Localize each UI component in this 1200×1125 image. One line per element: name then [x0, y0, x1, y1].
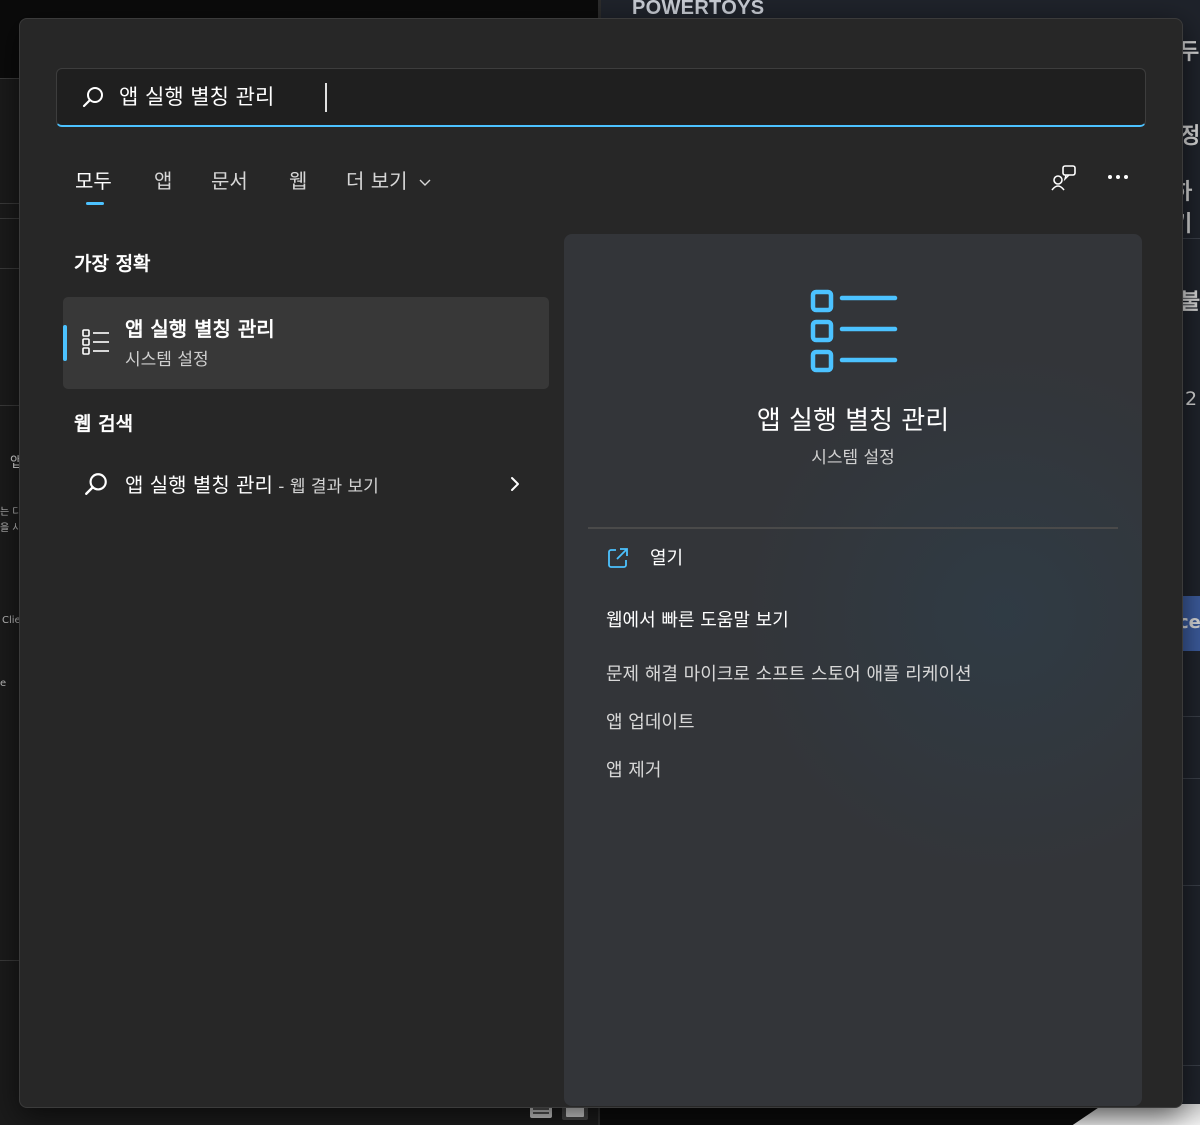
people-feedback-icon[interactable] [1050, 163, 1078, 191]
list-settings-icon [810, 289, 898, 373]
tab-documents[interactable]: 문서 [211, 165, 248, 194]
background-text-fragment: 정 [1180, 124, 1200, 149]
open-label: 열기 [650, 548, 684, 569]
web-search-result[interactable]: 앱 실행 별칭 관리 - 웹 결과 보기 [63, 457, 549, 513]
best-match-subtitle: 시스템 설정 [125, 350, 209, 370]
result-detail-panel: 앱 실행 별칭 관리 시스템 설정 열기 웹에서 빠른 도움말 보기 문제 해결… [564, 234, 1142, 1106]
web-search-query: 앱 실행 별칭 관리 - 웹 결과 보기 [125, 469, 379, 498]
open-external-icon [608, 548, 628, 568]
list-settings-icon [82, 329, 109, 355]
more-options-icon[interactable] [1104, 163, 1132, 191]
quick-help-header: 웹에서 빠른 도움말 보기 [606, 610, 789, 631]
web-search-query-text: 앱 실행 별칭 관리 [125, 473, 273, 497]
background-text-fragment: Clie [2, 615, 21, 626]
chevron-down-icon [419, 179, 431, 186]
help-link-update-apps[interactable]: 앱 업데이트 [606, 708, 695, 734]
filter-tabs: 모두 앱 문서 웹 더 보기 [20, 159, 720, 209]
web-search-suffix: - 웹 결과 보기 [272, 477, 379, 497]
best-match-header: 가장 정확 [74, 253, 151, 275]
web-search-header: 웹 검색 [74, 413, 134, 435]
tab-more-label: 더 보기 [346, 169, 408, 193]
tab-web[interactable]: 웹 [289, 165, 307, 194]
background-text-fragment: e [0, 678, 7, 689]
background-text-fragment: 2 [1185, 388, 1198, 410]
selection-accent [63, 325, 67, 361]
detail-divider [588, 527, 1118, 529]
help-link-uninstall-apps[interactable]: 앱 제거 [606, 756, 661, 782]
background-app-title: POWERTOYS [632, 0, 765, 19]
search-icon [82, 87, 103, 108]
open-button[interactable]: 열기 [606, 544, 906, 580]
best-match-result[interactable]: 앱 실행 별칭 관리 시스템 설정 [63, 297, 549, 389]
text-caret [325, 83, 327, 112]
search-box[interactable]: 앱 실행 별칭 관리 [56, 68, 1146, 127]
background-text-fragment: 불 [1180, 290, 1200, 315]
best-match-title: 앱 실행 별칭 관리 [125, 317, 275, 341]
help-link-troubleshoot[interactable]: 문제 해결 마이크로 소프트 스토어 애플 리케이션 [606, 660, 972, 686]
detail-subtitle: 시스템 설정 [811, 448, 895, 468]
search-flyout: 앱 실행 별칭 관리 모두 앱 문서 웹 더 보기 가장 정확 앱 실행 별칭 … [19, 18, 1183, 1108]
chevron-right-icon [511, 477, 519, 491]
detail-title: 앱 실행 별칭 관리 [756, 406, 950, 436]
active-tab-indicator [86, 202, 104, 205]
tab-apps[interactable]: 앱 [154, 165, 172, 194]
search-input[interactable]: 앱 실행 별칭 관리 [119, 82, 274, 112]
search-icon [85, 473, 107, 495]
tab-all[interactable]: 모두 [75, 165, 112, 194]
tab-more[interactable]: 더 보기 [346, 165, 431, 194]
